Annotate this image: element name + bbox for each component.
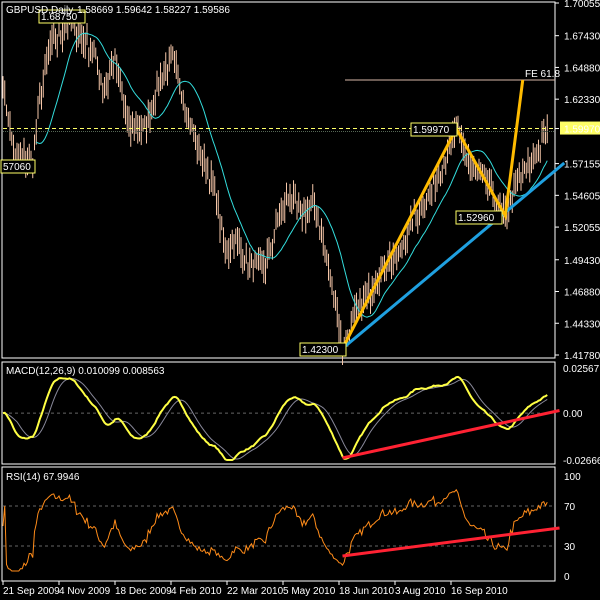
swing-low-label: 1.52960: [458, 213, 495, 224]
rsi-tick-label: 100: [564, 472, 581, 483]
rsi-tick-label: 0: [564, 572, 570, 583]
time-tick-label: 16 Sep 2010: [451, 586, 508, 597]
price-tick-label: 1.67430: [564, 32, 600, 43]
rsi-tick-label: 70: [564, 502, 576, 513]
time-tick-label: 3 Aug 2010: [395, 586, 446, 597]
peak-label: 1.59970: [413, 125, 450, 136]
rsi-trendline: [342, 526, 560, 558]
price-tick-label: 1.62330: [564, 95, 600, 106]
rsi-pane[interactable]: [1, 466, 556, 582]
price-tick-label: 1.44330: [564, 319, 600, 330]
price-tick-label: 1.46880: [564, 288, 600, 299]
time-tick-label: 21 Sep 2009: [3, 586, 60, 597]
price-tick-label: 1.70055: [564, 0, 600, 10]
rsi-title: RSI(14) 67.9946: [6, 472, 80, 483]
rsi-tick-label: 30: [564, 542, 576, 553]
trading-chart[interactable]: FE 61.81.68750570601.599701.529601.42300…: [0, 0, 600, 600]
current-price-label: 1.59970: [564, 125, 600, 136]
low-left-label: 57060: [3, 162, 31, 173]
price-tick-label: 1.49430: [564, 256, 600, 267]
time-tick-label: 22 Mar 2010: [227, 586, 284, 597]
macd-title: MACD(12,26,9) 0.010099 0.008563: [6, 366, 165, 377]
macd-tick-label: 0.02567: [563, 364, 600, 375]
macd-tick-label: 0.00: [563, 409, 583, 420]
macd-tick-label: -0.02666: [563, 456, 600, 467]
chart-title: GBPUSD,Daily: [6, 5, 73, 16]
macd-main-line: [2, 375, 548, 461]
ohlc-header: 1.58669 1.59642 1.58227 1.59586: [77, 5, 230, 16]
time-tick-label: 4 Nov 2009: [59, 586, 111, 597]
support-trendline: [341, 161, 566, 350]
time-tick-label: 18 Dec 2009: [115, 586, 172, 597]
rsi-line: [2, 488, 548, 572]
price-tick-label: 1.52055: [564, 223, 600, 234]
bottom-label: 1.42300: [302, 345, 339, 356]
price-tick-label: 1.41780: [564, 351, 600, 362]
price-tick-label: 1.64880: [564, 63, 600, 74]
fe-label: FE 61.8: [525, 69, 560, 80]
time-tick-label: 5 May 2010: [283, 586, 336, 597]
price-tick-label: 1.57155: [564, 160, 600, 171]
price-tick-label: 1.54605: [564, 191, 600, 202]
time-tick-label: 18 Jun 2010: [339, 586, 394, 597]
time-tick-label: 4 Feb 2010: [171, 586, 222, 597]
